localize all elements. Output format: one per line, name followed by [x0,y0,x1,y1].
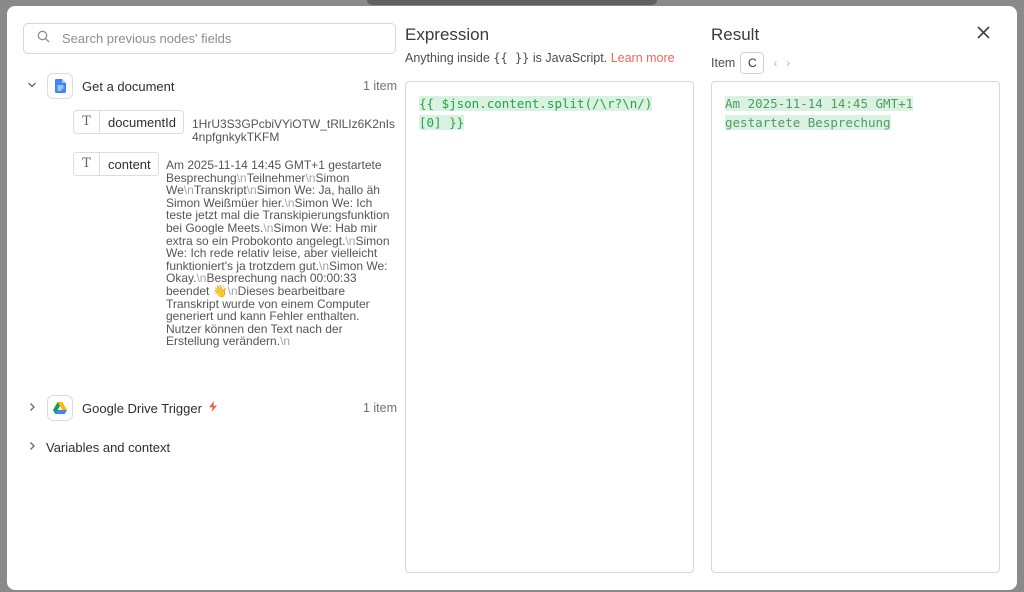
field-content[interactable]: T content [73,152,159,176]
item-label: Item [711,56,736,70]
result-panel: Am 2025-11-14 14:45 GMT+1 gestartete Bes… [711,81,1000,573]
chevron-down-icon[interactable] [23,79,41,93]
chevron-right-icon[interactable] [23,401,41,415]
node-name: Get a document [82,78,175,94]
text-type-icon: T [74,111,100,133]
result-line: Am 2025-11-14 14:45 GMT+1 [725,96,914,111]
item-index-input[interactable]: C [740,52,765,74]
node-variables-and-context[interactable]: Variables and context [23,433,397,461]
close-icon[interactable] [977,23,990,45]
search-input[interactable] [62,31,362,46]
item-selector: Item C ‹ › [711,52,790,74]
chevron-right-icon[interactable] [23,440,41,454]
expression-code-line: [0] }} [419,115,465,130]
next-item-icon[interactable]: › [786,56,790,70]
lightning-icon [208,401,217,415]
google-docs-icon [47,73,73,99]
expression-hint: Anything inside {{ }} is JavaScript. Lea… [405,51,675,65]
field-value-content: Am 2025-11-14 14:45 GMT+1 gestartete Bes… [166,159,397,348]
text-type-icon: T [74,153,100,175]
prev-item-icon[interactable]: ‹ [773,56,777,70]
node-item-count: 1 item [362,401,397,415]
expression-code-line: {{ $json.content.split(/\r?\n/) [419,96,653,111]
node-item-count: 1 item [362,79,397,93]
node-name: Variables and context [46,439,171,455]
node-name: Google Drive Trigger [82,400,202,416]
learn-more-link[interactable]: Learn more [611,51,675,65]
newline-marker: \n [280,334,291,349]
field-documentid[interactable]: T documentId [73,110,184,134]
node-google-drive-trigger[interactable]: Google Drive Trigger 1 item [23,394,397,422]
top-bar [367,0,657,5]
expression-editor[interactable]: {{ $json.content.split(/\r?\n/) [0] }} [405,81,694,573]
search-field[interactable] [23,23,396,54]
result-line: gestartete Besprechung [725,115,891,130]
google-drive-icon [47,395,73,421]
field-value-documentid: 1HrU3S3GPcbiVYiOTW_tRlLIz6K2nIs4npfgnkyk… [192,117,395,144]
field-label: documentId [108,114,176,130]
node-get-document[interactable]: Get a document 1 item [23,72,397,100]
field-label: content [108,156,151,172]
result-title: Result [711,25,760,44]
search-icon [37,30,50,48]
expression-editor-modal: Get a document 1 item T documentId 1HrU3… [7,6,1017,590]
expression-title: Expression [405,25,490,44]
